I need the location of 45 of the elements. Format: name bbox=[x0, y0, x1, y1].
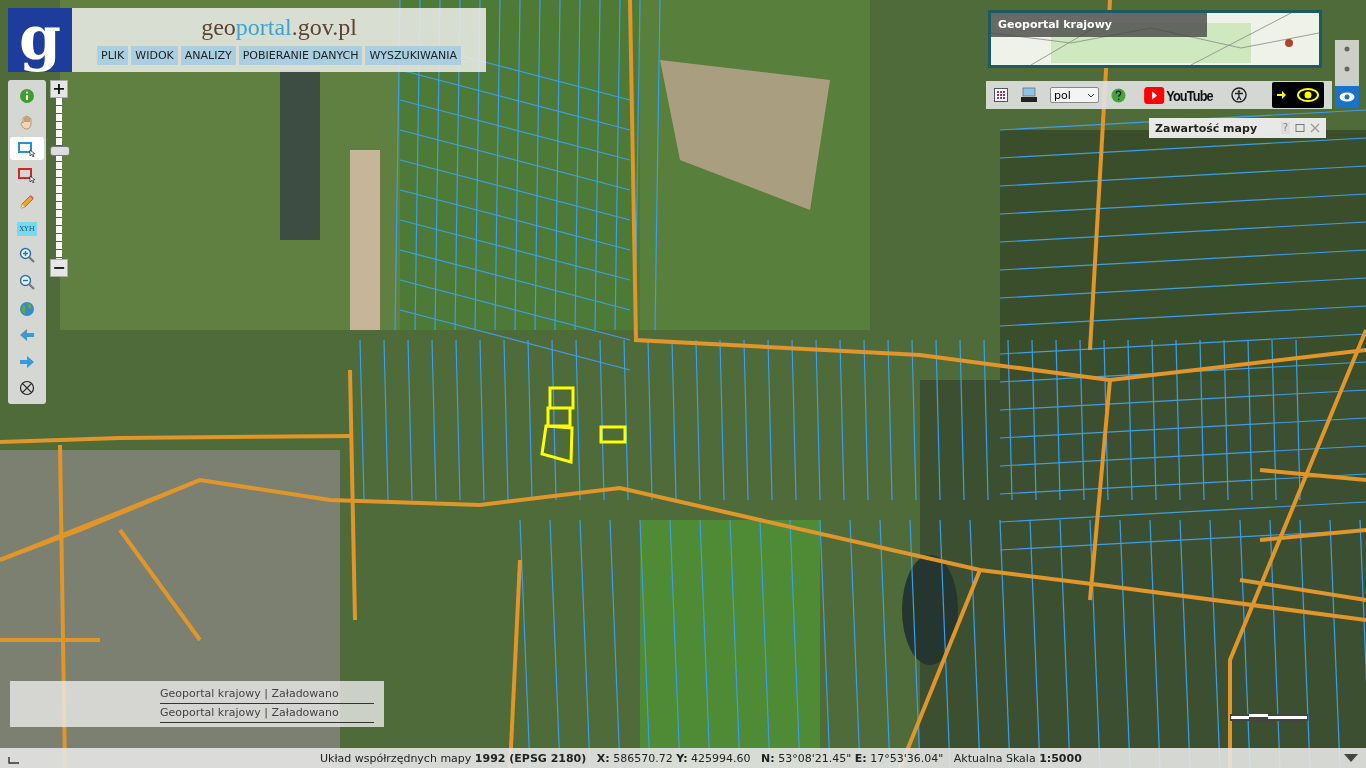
panel-title: Zawartość mapy bbox=[1155, 121, 1258, 135]
globe-icon bbox=[19, 300, 35, 317]
overview-map[interactable]: Geoportal krajowy bbox=[988, 10, 1322, 68]
hand-icon bbox=[19, 114, 35, 131]
arrow-icon bbox=[1277, 90, 1287, 100]
caret-icon[interactable] bbox=[1344, 754, 1358, 762]
logo-mark: g bbox=[8, 8, 72, 72]
log-entry: Geoportal krajowy | Załadowano bbox=[160, 704, 374, 723]
visibility-button[interactable] bbox=[1335, 86, 1359, 108]
coordinates-text: Układ współrzędnych mapy 1992 (EPSG 2180) X: 586570.72 Y: 425994.60 N: 53°08'21.45" E: 17°53'36.04" Aktualna Skala 1:5000 bbox=[320, 751, 1082, 765]
play-icon bbox=[1144, 86, 1165, 104]
dot-icon[interactable] bbox=[1344, 66, 1350, 72]
help-icon[interactable] bbox=[1111, 87, 1126, 103]
menu-item[interactable]: WIDOK bbox=[131, 46, 178, 65]
zoom-out-button[interactable]: − bbox=[50, 259, 68, 277]
site-logo: geoportal.gov.pl bbox=[201, 13, 357, 42]
youtube-link[interactable]: YouTube bbox=[1144, 86, 1213, 104]
crossed-circle-icon bbox=[19, 380, 35, 397]
select-rectangle-icon bbox=[18, 140, 36, 157]
menu-item[interactable]: POBIERANIE DANYCH bbox=[238, 46, 363, 65]
zoom-in-icon bbox=[19, 247, 35, 264]
eye-icon bbox=[1297, 88, 1319, 102]
log-entry: Geoportal krajowy | Załadowano bbox=[160, 685, 374, 704]
pencil-icon bbox=[19, 194, 35, 210]
contrast-toggle[interactable] bbox=[1272, 82, 1324, 108]
dot-icon[interactable] bbox=[1344, 46, 1350, 52]
menu-item[interactable]: WYSZUKIWANIA bbox=[365, 46, 461, 65]
maximize-icon[interactable] bbox=[1295, 123, 1305, 133]
caret-icon bbox=[1087, 92, 1095, 98]
accessibility-icon[interactable] bbox=[1230, 87, 1247, 103]
menu-item[interactable]: PLIK bbox=[97, 46, 129, 65]
wms-layer-icon[interactable] bbox=[1020, 87, 1038, 103]
zoom-out-icon bbox=[19, 273, 35, 290]
zoom-in-button[interactable]: + bbox=[50, 80, 68, 98]
eye-icon bbox=[1339, 92, 1355, 102]
select-rectangle-icon bbox=[18, 167, 36, 184]
right-arrow-icon bbox=[19, 354, 35, 369]
menu-item[interactable]: ANALIZY bbox=[180, 46, 236, 65]
info-icon bbox=[19, 87, 35, 104]
grid-icon[interactable] bbox=[994, 88, 1008, 102]
close-icon[interactable] bbox=[1310, 123, 1320, 133]
language-select[interactable]: pol bbox=[1050, 87, 1099, 103]
left-arrow-icon bbox=[19, 328, 35, 343]
overview-title: Geoportal krajowy bbox=[991, 13, 1207, 37]
zoom-slider-thumb[interactable] bbox=[50, 146, 70, 157]
